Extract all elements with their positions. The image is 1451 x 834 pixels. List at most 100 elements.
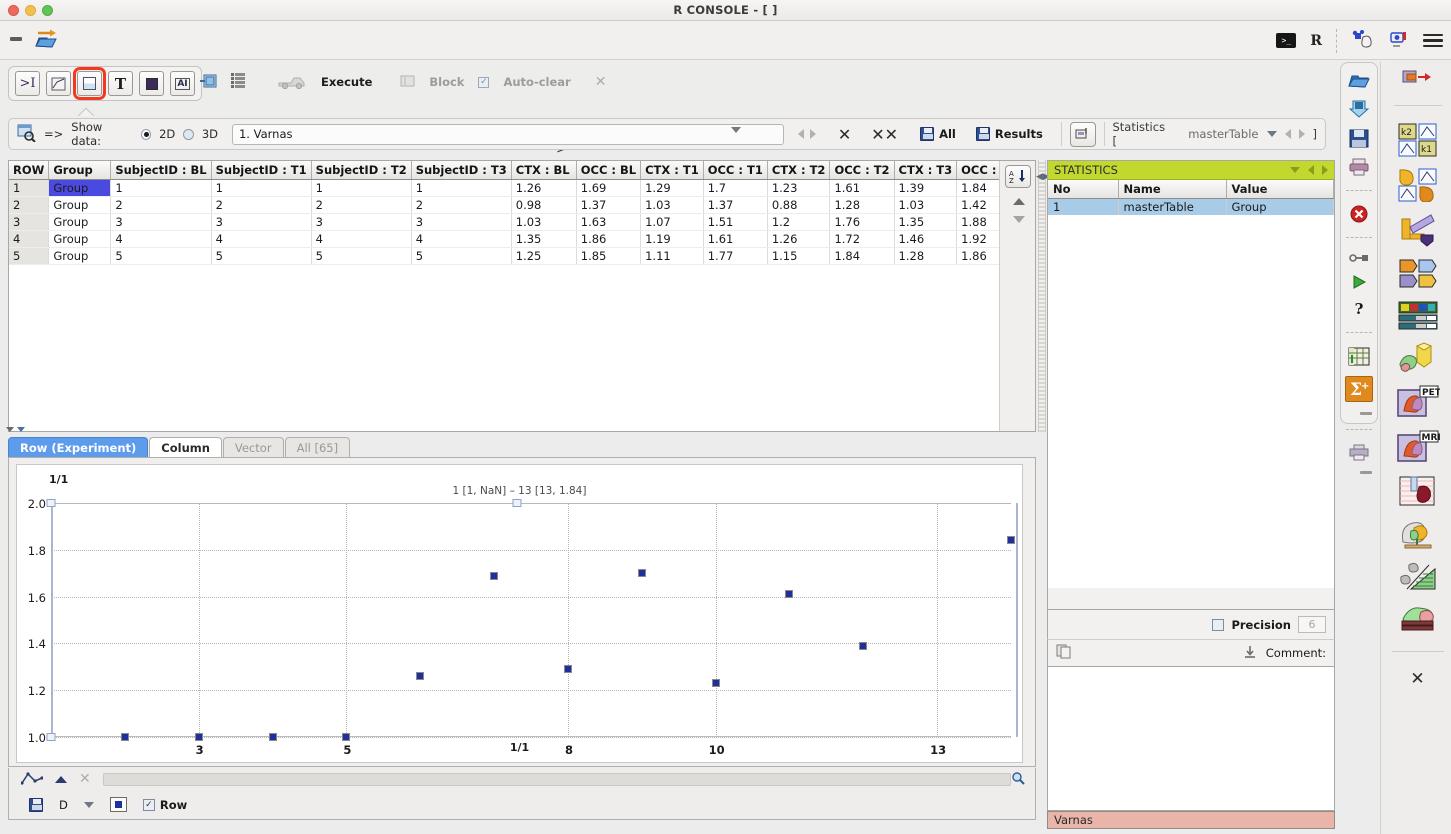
link-icon[interactable] [1349,252,1369,264]
terminal-icon[interactable]: >_ [1276,33,1297,48]
open-folder-icon[interactable] [1348,71,1370,89]
execute-label[interactable]: Execute [321,75,372,89]
search-data-icon[interactable] [17,124,36,145]
graph-view-button[interactable] [46,71,71,96]
horizontal-scrollbar[interactable] [102,772,1011,786]
ai-view-button[interactable]: AI [170,71,195,96]
data-point[interactable] [711,679,720,688]
top-center-handle[interactable] [512,499,522,507]
data-point[interactable] [1007,536,1015,545]
cell[interactable]: 4 [411,230,512,248]
help-icon[interactable]: ? [1355,300,1364,318]
cell[interactable]: 0.98 [511,196,577,214]
tab-column[interactable]: Column [149,437,222,458]
cell[interactable]: 1.37 [576,196,642,214]
cell[interactable]: 3 [110,213,212,231]
cell[interactable]: 0.88 [767,196,831,214]
save-floppy-icon[interactable] [29,797,43,812]
cell[interactable]: 1.03 [640,196,704,214]
cell-group[interactable]: Group [48,230,112,248]
data-point[interactable] [859,641,868,650]
cell-group[interactable]: Group [48,196,112,214]
radio-3d[interactable] [183,128,194,140]
cell[interactable]: 1.63 [576,213,642,231]
cell[interactable]: 1.26 [767,230,831,248]
printer-gray-icon[interactable] [1349,444,1369,461]
scroll-up-icon[interactable] [1013,198,1025,205]
data-table[interactable]: ROW Group SubjectID : BL SubjectID : T1 … [9,161,1028,265]
data-point[interactable] [490,571,499,580]
stack-slices-icon[interactable] [1399,604,1437,634]
triangle-down-blue-icon[interactable] [17,427,25,432]
r-logo-icon[interactable]: R [1310,33,1322,49]
table-row[interactable]: 3 Group 3 3 3 3 1.03 1.63 1.07 1.51 1.2 … [9,213,1028,231]
tab-all[interactable]: All [65] [284,437,351,458]
close-all-datasets-button[interactable]: ✕✕ [871,125,898,144]
cell[interactable]: 2 [211,196,312,214]
col-head-0[interactable]: ROW [9,161,50,180]
plugin-icon[interactable] [1351,29,1375,52]
data-point[interactable] [268,733,277,741]
cell[interactable]: 1.25 [511,247,577,265]
next-icon[interactable] [1322,165,1328,175]
top-left-handle[interactable] [46,499,56,507]
auto-clear-checkbox[interactable]: ✓ [478,76,490,88]
table-row[interactable]: 2 Group 2 2 2 2 0.98 1.37 1.03 1.37 0.88… [9,196,1028,214]
table-row[interactable]: 4 Group 4 4 4 4 1.35 1.86 1.19 1.61 1.26… [9,230,1028,248]
delete-icon[interactable] [1350,205,1368,223]
cell[interactable]: 1.35 [511,230,577,248]
print-icon[interactable] [1349,158,1369,176]
heart-slice-icon[interactable] [1399,475,1437,507]
cell[interactable]: 1.28 [894,247,958,265]
cell[interactable]: 1.19 [640,230,704,248]
cell[interactable]: 1.29 [640,179,704,197]
cell[interactable]: 3 [411,213,512,231]
col-head-1[interactable]: Group [48,161,112,180]
table-icon[interactable] [1348,347,1370,366]
cell[interactable]: 1.7 [703,179,768,197]
data-point[interactable] [416,672,425,681]
cell[interactable]: 1.07 [640,213,704,231]
data-point[interactable] [194,733,203,741]
triangle-down-icon[interactable] [1290,167,1300,173]
list-icon[interactable] [231,73,245,91]
table-row[interactable]: 1 Group 1 1 1 1 1.26 1.69 1.29 1.7 1.23 … [9,179,1028,197]
kinetic-k2-k1-icon[interactable]: k2 k1 [1398,123,1438,157]
cell[interactable]: 5 [411,247,512,265]
cell-group[interactable]: Group [48,179,112,197]
square-marker-icon[interactable] [109,797,127,812]
dataset-select[interactable]: 1. Varnas [231,123,784,147]
cell[interactable]: 4 [110,230,212,248]
cell-group[interactable]: Group [48,213,112,231]
stats-col-name[interactable]: Name [1118,180,1227,199]
triangle-up-icon[interactable] [55,775,67,783]
triangle-down-icon[interactable] [6,427,14,432]
cell[interactable]: 1 [411,179,512,197]
mri-image-icon[interactable]: MRI [1396,430,1440,464]
comment-textarea[interactable] [1047,666,1335,811]
statistics-toggle-button[interactable] [1069,121,1096,147]
cell[interactable]: 1.15 [767,247,831,265]
statistics-sigma-icon[interactable]: Σ + [1345,376,1373,402]
console-prompt-button[interactable]: >I [15,71,40,96]
statistics-dropdown-icon[interactable] [1266,131,1277,137]
col-head-4[interactable]: SubjectID : T2 [311,161,412,180]
import-icon[interactable] [200,73,217,92]
close-icon[interactable]: ✕ [1410,669,1424,689]
collapse-tick-icon[interactable] [1360,412,1372,415]
d-label[interactable]: D [59,798,68,812]
cell[interactable]: 1.03 [894,196,958,214]
precision-input[interactable]: 6 [1298,616,1326,633]
cell[interactable]: 5 [110,247,212,265]
cell[interactable]: 1.61 [829,179,895,197]
col-head-2[interactable]: SubjectID : BL [110,161,212,180]
cell[interactable]: 1.11 [640,247,704,265]
cell[interactable]: 4 [311,230,412,248]
col-head-8[interactable]: CTX : T1 [640,161,704,180]
statistics-value[interactable]: masterTable [1188,127,1258,141]
statistics-row[interactable]: 1 masterTable Group [1048,198,1334,215]
close-dataset-button[interactable]: ✕ [838,125,851,144]
col-head-6[interactable]: CTX : BL [511,161,577,180]
prev-dataset-icon[interactable] [797,129,804,139]
polyline-icon[interactable] [20,771,44,788]
